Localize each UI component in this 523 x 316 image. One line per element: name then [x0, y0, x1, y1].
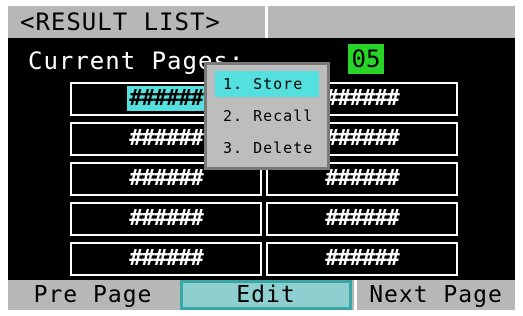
edit-button[interactable]: Edit — [180, 280, 352, 310]
result-cell-r4-c1[interactable]: ###### — [266, 242, 458, 276]
result-cell-r4-c0[interactable]: ###### — [70, 242, 262, 276]
title-bar: <RESULT LIST> — [8, 6, 515, 38]
result-cell-r3-c1[interactable]: ###### — [266, 202, 458, 236]
result-cell-r3-c0[interactable]: ###### — [70, 202, 262, 236]
menu-item-delete[interactable]: 3. Delete — [215, 135, 319, 161]
menu-item-recall[interactable]: 2. Recall — [215, 103, 319, 129]
selected-cell-text: ###### — [127, 86, 205, 111]
device-screen: <RESULT LIST> Current Pages: 05 ###### #… — [8, 6, 515, 310]
softkey-bar: Pre Page Edit Next Page — [8, 280, 515, 310]
screen-title: <RESULT LIST> — [12, 6, 268, 38]
menu-item-store[interactable]: 1. Store — [215, 71, 319, 97]
pre-page-button[interactable]: Pre Page — [8, 280, 178, 310]
current-page-number: 05 — [348, 44, 384, 74]
next-page-button[interactable]: Next Page — [354, 280, 515, 310]
edit-popup-menu: 1. Store 2. Recall 3. Delete — [204, 62, 330, 170]
